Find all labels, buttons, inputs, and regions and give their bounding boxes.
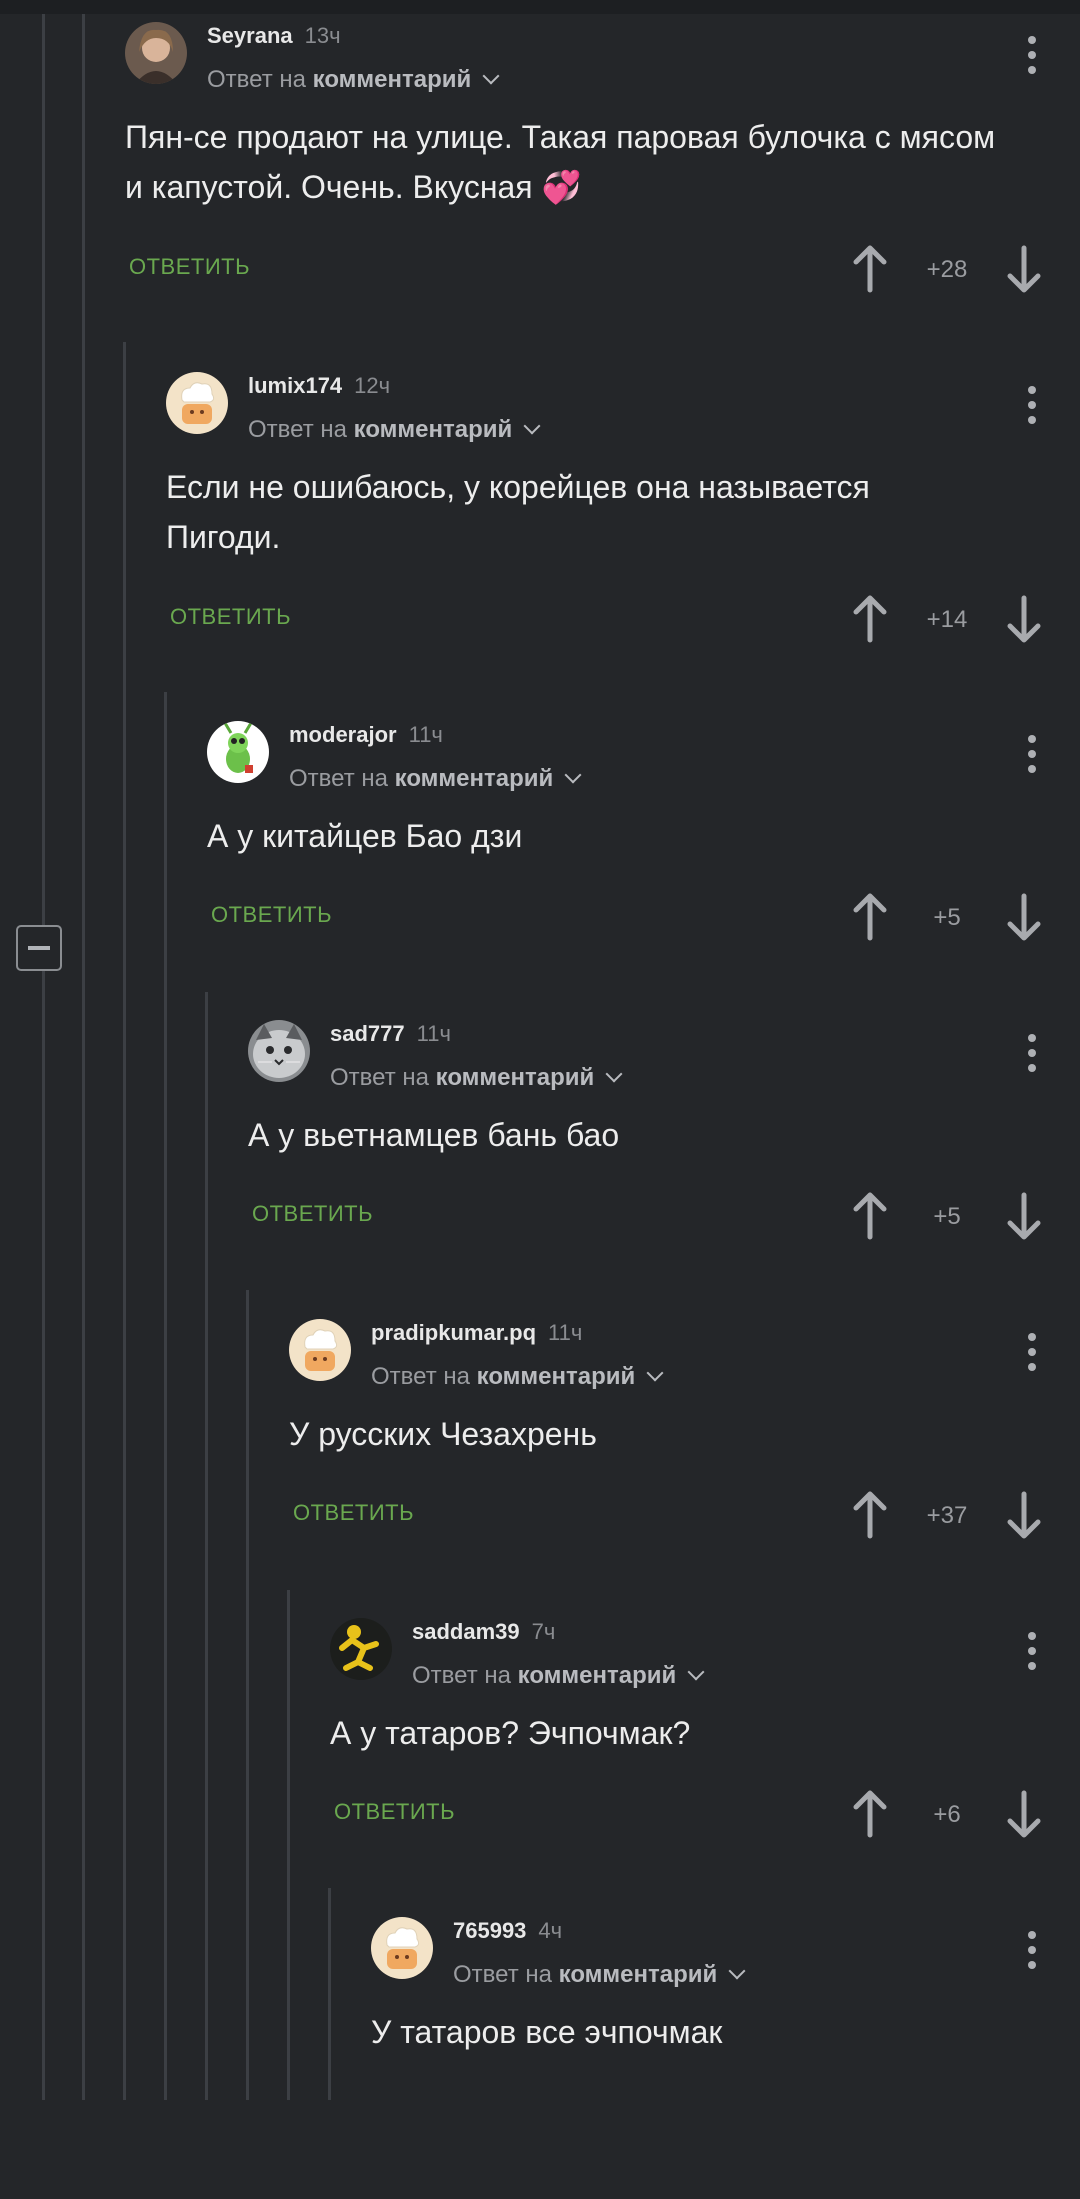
comment-time: 11ч <box>408 722 443 747</box>
thread-line[interactable] <box>123 342 126 2100</box>
avatar[interactable] <box>125 22 187 84</box>
comment-time: 13ч <box>304 23 341 48</box>
more-options-icon[interactable] <box>1028 386 1036 424</box>
reply-button[interactable]: ОТВЕТИТЬ <box>170 604 291 630</box>
chevron-down-icon <box>564 766 582 784</box>
comment-time: 4ч <box>538 1918 563 1943</box>
more-options-icon[interactable] <box>1028 735 1036 773</box>
reply-to-link[interactable]: Ответ на комментарий <box>453 1961 746 1989</box>
comment: saddam39 7ч Ответ на комментарий А у тата… <box>330 1600 1080 1900</box>
vote-controls: +14 <box>852 594 1042 644</box>
upvote-arrow-icon[interactable] <box>852 244 888 294</box>
comment-text: А у китайцев Бао дзи <box>207 818 523 854</box>
reply-button[interactable]: ОТВЕТИТЬ <box>293 1500 414 1526</box>
comment-text: Если не ошибаюсь, у корейцев она называе… <box>166 469 870 555</box>
thread-line[interactable] <box>246 1290 249 2100</box>
upvote-arrow-icon[interactable] <box>852 1789 888 1839</box>
username[interactable]: sad777 11ч <box>330 1021 451 1047</box>
upvote-arrow-icon[interactable] <box>852 1191 888 1241</box>
thread-line[interactable] <box>328 1888 331 2100</box>
vote-controls: +37 <box>852 1490 1042 1540</box>
comment-text: Пян-се продают на улице. Такая паровая б… <box>125 119 996 205</box>
vote-controls: +5 <box>852 1191 1042 1241</box>
comment: lumix174 12ч Ответ на комментарий Если не… <box>166 354 1080 654</box>
reply-to-link[interactable]: Ответ на комментарий <box>412 1662 705 1690</box>
comment: moderajor 11ч Ответ на комментарий А у ки… <box>207 703 1080 1003</box>
reply-to-link[interactable]: Ответ на комментарий <box>207 66 500 94</box>
vote-score: +37 <box>926 1502 968 1529</box>
avatar[interactable] <box>166 372 228 434</box>
downvote-arrow-icon[interactable] <box>1006 244 1042 294</box>
thread-line[interactable] <box>205 992 208 2100</box>
chevron-down-icon <box>482 67 500 85</box>
comment-text: А у вьетнамцев бань бао <box>248 1117 620 1153</box>
chevron-down-icon <box>687 1663 705 1681</box>
thread-line[interactable] <box>42 14 45 2100</box>
vote-score: +5 <box>933 904 961 931</box>
more-options-icon[interactable] <box>1028 1931 1036 1969</box>
thread-line[interactable] <box>164 692 167 2100</box>
vote-score: +14 <box>926 606 968 633</box>
upvote-arrow-icon[interactable] <box>852 594 888 644</box>
comment-time: 11ч <box>416 1021 451 1046</box>
avatar[interactable] <box>330 1618 392 1680</box>
avatar[interactable] <box>207 721 269 783</box>
vote-score: +5 <box>933 1203 961 1230</box>
comment: Seyrana 13ч Ответ на комментарий Пян-се п… <box>125 4 1080 304</box>
username[interactable]: 765993 4ч <box>453 1918 562 1944</box>
chevron-down-icon <box>646 1364 664 1382</box>
thread-line[interactable] <box>82 14 85 2100</box>
reply-button[interactable]: ОТВЕТИТЬ <box>252 1201 373 1227</box>
reply-button[interactable]: ОТВЕТИТЬ <box>334 1799 455 1825</box>
reply-to-link[interactable]: Ответ на комментарий <box>371 1363 664 1391</box>
vote-controls: +6 <box>852 1789 1042 1839</box>
comment-time: 11ч <box>548 1320 583 1345</box>
reply-button[interactable]: ОТВЕТИТЬ <box>211 902 332 928</box>
comment: sad777 11ч Ответ на комментарий А у вьетн… <box>248 1002 1080 1302</box>
downvote-arrow-icon[interactable] <box>1006 892 1042 942</box>
more-options-icon[interactable] <box>1028 1333 1036 1371</box>
username[interactable]: moderajor 11ч <box>289 722 443 748</box>
reply-to-link[interactable]: Ответ на комментарий <box>289 765 582 793</box>
reply-to-link[interactable]: Ответ на комментарий <box>248 416 541 444</box>
reply-to-link[interactable]: Ответ на комментарий <box>330 1064 623 1092</box>
more-options-icon[interactable] <box>1028 36 1036 74</box>
downvote-arrow-icon[interactable] <box>1006 1789 1042 1839</box>
downvote-arrow-icon[interactable] <box>1006 1490 1042 1540</box>
chevron-down-icon <box>523 417 541 435</box>
username[interactable]: lumix174 12ч <box>248 373 390 399</box>
vote-controls: +28 <box>852 244 1042 294</box>
comment-time: 12ч <box>354 373 391 398</box>
comment: 765993 4ч Ответ на комментарий У татаров … <box>371 1899 1080 2199</box>
vote-controls: +5 <box>852 892 1042 942</box>
upvote-arrow-icon[interactable] <box>852 892 888 942</box>
comment-text: У русских Чезахрень <box>289 1416 597 1452</box>
username[interactable]: saddam39 7ч <box>412 1619 555 1645</box>
reply-button[interactable]: ОТВЕТИТЬ <box>129 254 250 280</box>
vote-score: +6 <box>933 1801 961 1828</box>
chevron-down-icon <box>605 1065 623 1083</box>
downvote-arrow-icon[interactable] <box>1006 594 1042 644</box>
comment-text: У татаров все эчпочмак <box>371 2014 723 2050</box>
username[interactable]: pradipkumar.pq 11ч <box>371 1320 582 1346</box>
comment-time: 7ч <box>531 1619 556 1644</box>
avatar[interactable] <box>248 1020 310 1082</box>
thread-line[interactable] <box>287 1590 290 2100</box>
collapse-thread-button[interactable] <box>16 925 62 971</box>
comment: pradipkumar.pq 11ч Ответ на комментарий У… <box>289 1301 1080 1601</box>
more-options-icon[interactable] <box>1028 1632 1036 1670</box>
username[interactable]: Seyrana 13ч <box>207 23 341 49</box>
upvote-arrow-icon[interactable] <box>852 1490 888 1540</box>
avatar[interactable] <box>289 1319 351 1381</box>
downvote-arrow-icon[interactable] <box>1006 1191 1042 1241</box>
avatar[interactable] <box>371 1917 433 1979</box>
more-options-icon[interactable] <box>1028 1034 1036 1072</box>
vote-score: +28 <box>926 256 968 283</box>
comment-text: А у татаров? Эчпочмак? <box>330 1715 691 1751</box>
chevron-down-icon <box>728 1962 746 1980</box>
